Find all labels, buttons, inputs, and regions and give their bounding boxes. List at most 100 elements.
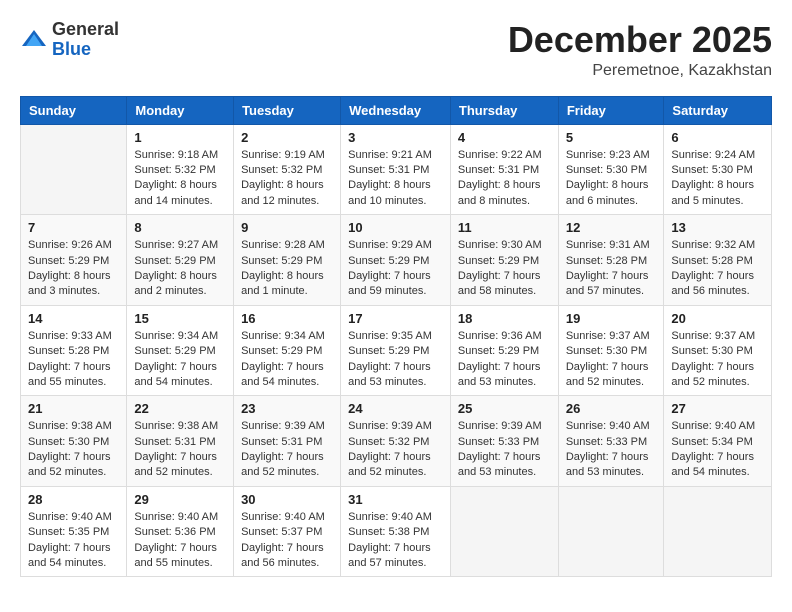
day-info: Sunrise: 9:40 AM Sunset: 5:37 PM Dayligh… bbox=[241, 510, 333, 572]
calendar-table: SundayMondayTuesdayWednesdayThursdayFrid… bbox=[20, 96, 772, 578]
calendar-cell: 23 Sunrise: 9:39 AM Sunset: 5:31 PM Dayli… bbox=[234, 396, 341, 487]
day-number: 17 bbox=[348, 311, 443, 326]
calendar-cell: 25 Sunrise: 9:39 AM Sunset: 5:33 PM Dayli… bbox=[450, 396, 558, 487]
calendar-cell: 4 Sunrise: 9:22 AM Sunset: 5:31 PM Daylig… bbox=[450, 124, 558, 215]
day-info: Sunrise: 9:22 AM Sunset: 5:31 PM Dayligh… bbox=[458, 148, 551, 210]
logo-blue-text: Blue bbox=[52, 39, 91, 59]
day-info: Sunrise: 9:40 AM Sunset: 5:33 PM Dayligh… bbox=[566, 419, 657, 481]
calendar-cell: 7Sunrise: 9:26 AM Sunset: 5:29 PM Daylig… bbox=[21, 215, 127, 306]
day-number: 8 bbox=[134, 220, 226, 235]
day-info: Sunrise: 9:39 AM Sunset: 5:31 PM Dayligh… bbox=[241, 419, 333, 481]
day-number: 20 bbox=[671, 311, 764, 326]
day-info: Sunrise: 9:37 AM Sunset: 5:30 PM Dayligh… bbox=[566, 329, 657, 391]
calendar-cell: 8 Sunrise: 9:27 AM Sunset: 5:29 PM Daylig… bbox=[127, 215, 234, 306]
day-info: Sunrise: 9:21 AM Sunset: 5:31 PM Dayligh… bbox=[348, 148, 443, 210]
day-info: Sunrise: 9:40 AM Sunset: 5:38 PM Dayligh… bbox=[348, 510, 443, 572]
calendar-week-row: 7Sunrise: 9:26 AM Sunset: 5:29 PM Daylig… bbox=[21, 215, 772, 306]
day-info: Sunrise: 9:40 AM Sunset: 5:34 PM Dayligh… bbox=[671, 419, 764, 481]
calendar-week-row: 28Sunrise: 9:40 AM Sunset: 5:35 PM Dayli… bbox=[21, 486, 772, 577]
calendar-cell: 17 Sunrise: 9:35 AM Sunset: 5:29 PM Dayli… bbox=[341, 305, 451, 396]
calendar-cell bbox=[664, 486, 772, 577]
day-info: Sunrise: 9:29 AM Sunset: 5:29 PM Dayligh… bbox=[348, 238, 443, 300]
calendar-cell: 22 Sunrise: 9:38 AM Sunset: 5:31 PM Dayli… bbox=[127, 396, 234, 487]
calendar-cell: 15 Sunrise: 9:34 AM Sunset: 5:29 PM Dayli… bbox=[127, 305, 234, 396]
calendar-cell: 1 Sunrise: 9:18 AM Sunset: 5:32 PM Daylig… bbox=[127, 124, 234, 215]
day-info: Sunrise: 9:35 AM Sunset: 5:29 PM Dayligh… bbox=[348, 329, 443, 391]
calendar-header-row: SundayMondayTuesdayWednesdayThursdayFrid… bbox=[21, 96, 772, 124]
day-number: 24 bbox=[348, 401, 443, 416]
day-info: Sunrise: 9:18 AM Sunset: 5:32 PM Dayligh… bbox=[134, 148, 226, 210]
day-number: 30 bbox=[241, 492, 333, 507]
calendar-week-row: 1 Sunrise: 9:18 AM Sunset: 5:32 PM Daylig… bbox=[21, 124, 772, 215]
calendar-cell: 30 Sunrise: 9:40 AM Sunset: 5:37 PM Dayli… bbox=[234, 486, 341, 577]
day-number: 6 bbox=[671, 130, 764, 145]
day-number: 29 bbox=[134, 492, 226, 507]
day-number: 4 bbox=[458, 130, 551, 145]
page-header: General Blue December 2025 Peremetnoe, K… bbox=[20, 20, 772, 80]
calendar-cell: 18 Sunrise: 9:36 AM Sunset: 5:29 PM Dayli… bbox=[450, 305, 558, 396]
day-info: Sunrise: 9:38 AM Sunset: 5:31 PM Dayligh… bbox=[134, 419, 226, 481]
calendar-cell bbox=[21, 124, 127, 215]
calendar-cell: 2 Sunrise: 9:19 AM Sunset: 5:32 PM Daylig… bbox=[234, 124, 341, 215]
day-number: 1 bbox=[134, 130, 226, 145]
calendar-cell: 21Sunrise: 9:38 AM Sunset: 5:30 PM Dayli… bbox=[21, 396, 127, 487]
calendar-cell: 6Sunrise: 9:24 AM Sunset: 5:30 PM Daylig… bbox=[664, 124, 772, 215]
day-info: Sunrise: 9:28 AM Sunset: 5:29 PM Dayligh… bbox=[241, 238, 333, 300]
day-number: 19 bbox=[566, 311, 657, 326]
day-number: 12 bbox=[566, 220, 657, 235]
calendar-day-header: Monday bbox=[127, 96, 234, 124]
day-number: 27 bbox=[671, 401, 764, 416]
day-info: Sunrise: 9:27 AM Sunset: 5:29 PM Dayligh… bbox=[134, 238, 226, 300]
day-info: Sunrise: 9:26 AM Sunset: 5:29 PM Dayligh… bbox=[28, 238, 119, 300]
calendar-week-row: 14Sunrise: 9:33 AM Sunset: 5:28 PM Dayli… bbox=[21, 305, 772, 396]
day-number: 2 bbox=[241, 130, 333, 145]
calendar-day-header: Thursday bbox=[450, 96, 558, 124]
location-subtitle: Peremetnoe, Kazakhstan bbox=[508, 62, 772, 80]
calendar-cell bbox=[450, 486, 558, 577]
calendar-cell: 26 Sunrise: 9:40 AM Sunset: 5:33 PM Dayli… bbox=[558, 396, 664, 487]
calendar-cell bbox=[558, 486, 664, 577]
day-info: Sunrise: 9:38 AM Sunset: 5:30 PM Dayligh… bbox=[28, 419, 119, 481]
day-info: Sunrise: 9:30 AM Sunset: 5:29 PM Dayligh… bbox=[458, 238, 551, 300]
day-number: 26 bbox=[566, 401, 657, 416]
day-info: Sunrise: 9:40 AM Sunset: 5:36 PM Dayligh… bbox=[134, 510, 226, 572]
day-info: Sunrise: 9:37 AM Sunset: 5:30 PM Dayligh… bbox=[671, 329, 764, 391]
day-info: Sunrise: 9:34 AM Sunset: 5:29 PM Dayligh… bbox=[241, 329, 333, 391]
calendar-cell: 24 Sunrise: 9:39 AM Sunset: 5:32 PM Dayli… bbox=[341, 396, 451, 487]
calendar-cell: 3 Sunrise: 9:21 AM Sunset: 5:31 PM Daylig… bbox=[341, 124, 451, 215]
day-number: 31 bbox=[348, 492, 443, 507]
calendar-week-row: 21Sunrise: 9:38 AM Sunset: 5:30 PM Dayli… bbox=[21, 396, 772, 487]
calendar-cell: 28Sunrise: 9:40 AM Sunset: 5:35 PM Dayli… bbox=[21, 486, 127, 577]
day-number: 15 bbox=[134, 311, 226, 326]
day-number: 23 bbox=[241, 401, 333, 416]
calendar-cell: 20 Sunrise: 9:37 AM Sunset: 5:30 PM Dayli… bbox=[664, 305, 772, 396]
day-number: 11 bbox=[458, 220, 551, 235]
day-info: Sunrise: 9:31 AM Sunset: 5:28 PM Dayligh… bbox=[566, 238, 657, 300]
day-number: 9 bbox=[241, 220, 333, 235]
calendar-cell: 29 Sunrise: 9:40 AM Sunset: 5:36 PM Dayli… bbox=[127, 486, 234, 577]
day-info: Sunrise: 9:39 AM Sunset: 5:32 PM Dayligh… bbox=[348, 419, 443, 481]
logo-icon bbox=[20, 26, 48, 54]
calendar-cell: 13Sunrise: 9:32 AM Sunset: 5:28 PM Dayli… bbox=[664, 215, 772, 306]
calendar-day-header: Friday bbox=[558, 96, 664, 124]
calendar-day-header: Sunday bbox=[21, 96, 127, 124]
logo: General Blue bbox=[20, 20, 119, 60]
calendar-cell: 12 Sunrise: 9:31 AM Sunset: 5:28 PM Dayli… bbox=[558, 215, 664, 306]
day-number: 22 bbox=[134, 401, 226, 416]
day-number: 13 bbox=[671, 220, 764, 235]
day-number: 25 bbox=[458, 401, 551, 416]
calendar-cell: 16Sunrise: 9:34 AM Sunset: 5:29 PM Dayli… bbox=[234, 305, 341, 396]
day-info: Sunrise: 9:34 AM Sunset: 5:29 PM Dayligh… bbox=[134, 329, 226, 391]
day-info: Sunrise: 9:36 AM Sunset: 5:29 PM Dayligh… bbox=[458, 329, 551, 391]
day-info: Sunrise: 9:23 AM Sunset: 5:30 PM Dayligh… bbox=[566, 148, 657, 210]
calendar-cell: 19 Sunrise: 9:37 AM Sunset: 5:30 PM Dayli… bbox=[558, 305, 664, 396]
day-number: 28 bbox=[28, 492, 119, 507]
day-number: 18 bbox=[458, 311, 551, 326]
day-info: Sunrise: 9:39 AM Sunset: 5:33 PM Dayligh… bbox=[458, 419, 551, 481]
day-number: 3 bbox=[348, 130, 443, 145]
month-year-title: December 2025 bbox=[508, 20, 772, 60]
calendar-cell: 11 Sunrise: 9:30 AM Sunset: 5:29 PM Dayli… bbox=[450, 215, 558, 306]
calendar-cell: 9 Sunrise: 9:28 AM Sunset: 5:29 PM Daylig… bbox=[234, 215, 341, 306]
calendar-day-header: Tuesday bbox=[234, 96, 341, 124]
day-info: Sunrise: 9:19 AM Sunset: 5:32 PM Dayligh… bbox=[241, 148, 333, 210]
